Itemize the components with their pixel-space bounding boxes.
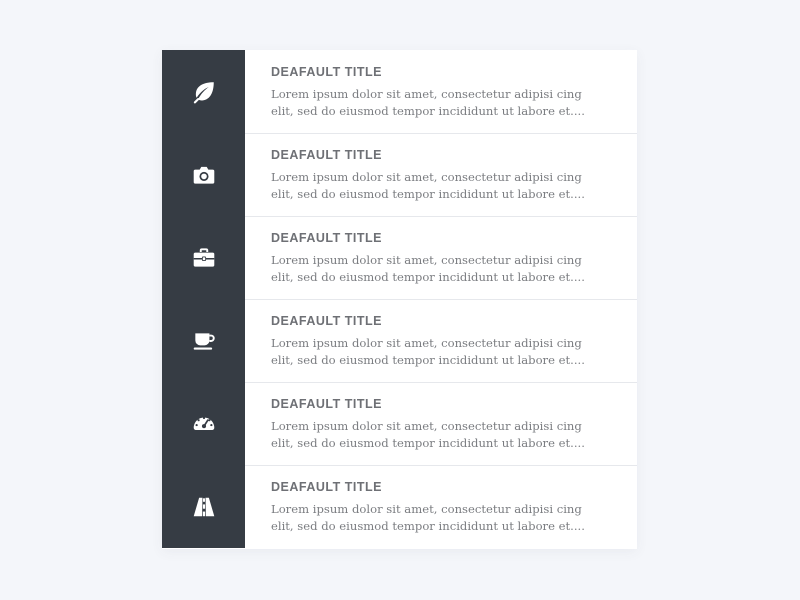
list-item-6[interactable]: DEAFAULT TITLE Lorem ipsum dolor sit ame… bbox=[162, 465, 637, 548]
list-item-text: DEAFAULT TITLE Lorem ipsum dolor sit ame… bbox=[245, 133, 637, 216]
feature-list-card: DEAFAULT TITLE Lorem ipsum dolor sit ame… bbox=[162, 50, 637, 549]
list-item-text: DEAFAULT TITLE Lorem ipsum dolor sit ame… bbox=[245, 50, 637, 133]
list-item-description: Lorem ipsum dolor sit amet, consectetur … bbox=[271, 87, 585, 118]
speedometer-icon bbox=[193, 416, 214, 430]
list-item-description: Lorem ipsum dolor sit amet, consectetur … bbox=[271, 502, 585, 533]
list-item-text: DEAFAULT TITLE Lorem ipsum dolor sit ame… bbox=[245, 465, 637, 548]
briefcase-icon bbox=[193, 247, 214, 267]
icon-cell bbox=[162, 299, 245, 382]
road-icon bbox=[193, 497, 214, 516]
leaf-icon bbox=[193, 81, 214, 103]
list-item-3[interactable]: DEAFAULT TITLE Lorem ipsum dolor sit ame… bbox=[162, 216, 637, 299]
camera-icon bbox=[193, 166, 214, 184]
list-item-4[interactable]: DEAFAULT TITLE Lorem ipsum dolor sit ame… bbox=[162, 299, 637, 382]
list-item-text: DEAFAULT TITLE Lorem ipsum dolor sit ame… bbox=[245, 216, 637, 299]
list-item-text: DEAFAULT TITLE Lorem ipsum dolor sit ame… bbox=[245, 382, 637, 465]
list-item-description: Lorem ipsum dolor sit amet, consectetur … bbox=[271, 170, 585, 201]
icon-cell bbox=[162, 216, 245, 299]
list-item-description: Lorem ipsum dolor sit amet, consectetur … bbox=[271, 419, 585, 450]
list-item-title: DEAFAULT TITLE bbox=[271, 148, 382, 162]
list-item-1[interactable]: DEAFAULT TITLE Lorem ipsum dolor sit ame… bbox=[162, 50, 637, 133]
icon-cell bbox=[162, 50, 245, 133]
list-item-2[interactable]: DEAFAULT TITLE Lorem ipsum dolor sit ame… bbox=[162, 133, 637, 216]
list-item-description: Lorem ipsum dolor sit amet, consectetur … bbox=[271, 253, 585, 284]
list-item-text: DEAFAULT TITLE Lorem ipsum dolor sit ame… bbox=[245, 299, 637, 382]
icon-cell bbox=[162, 133, 245, 216]
icon-cell bbox=[162, 465, 245, 548]
list-item-title: DEAFAULT TITLE bbox=[271, 397, 382, 411]
coffee-cup-icon bbox=[193, 332, 215, 350]
list-item-title: DEAFAULT TITLE bbox=[271, 65, 382, 79]
list-item-title: DEAFAULT TITLE bbox=[271, 231, 382, 245]
list-item-title: DEAFAULT TITLE bbox=[271, 480, 382, 494]
list-item-title: DEAFAULT TITLE bbox=[271, 314, 382, 328]
list-item-5[interactable]: DEAFAULT TITLE Lorem ipsum dolor sit ame… bbox=[162, 382, 637, 465]
icon-cell bbox=[162, 382, 245, 465]
list-item-description: Lorem ipsum dolor sit amet, consectetur … bbox=[271, 336, 585, 367]
